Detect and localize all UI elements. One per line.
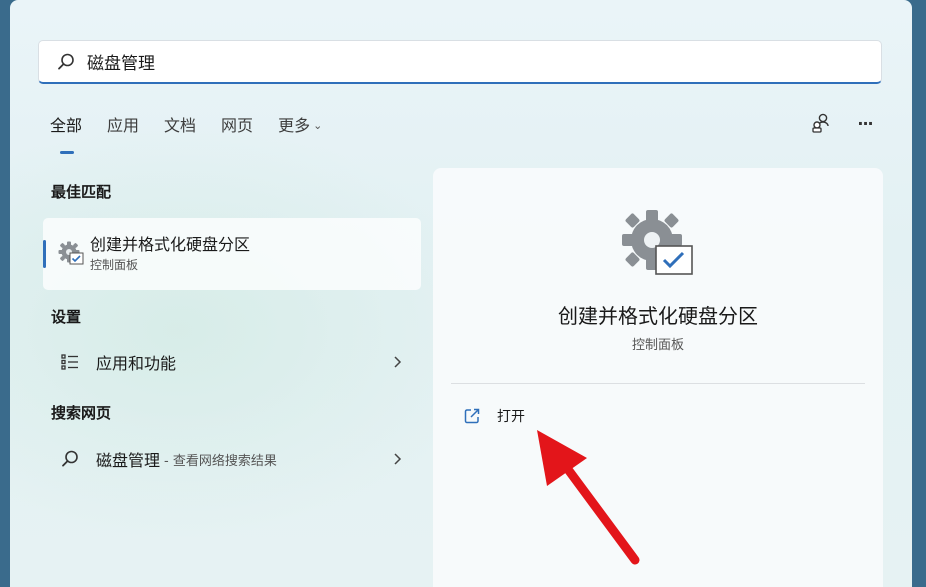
chevron-down-icon: ⌄ xyxy=(313,119,323,132)
tab-label: 更多 xyxy=(278,116,311,135)
settings-item-apps-features[interactable]: 应用和功能 xyxy=(43,340,421,384)
search-icon xyxy=(59,448,81,470)
section-heading-settings: 设置 xyxy=(51,308,82,326)
detail-subtitle: 控制面板 xyxy=(631,338,684,353)
best-match-title: 创建并格式化硬盘分区 xyxy=(90,235,251,254)
active-tab-indicator xyxy=(60,151,74,154)
settings-gear-check-icon xyxy=(57,240,85,268)
selection-indicator xyxy=(43,240,46,268)
divider xyxy=(451,383,865,384)
chevron-right-icon xyxy=(391,353,405,371)
filter-tabs: 全部 应用 文档 网页 更多 ⌄ xyxy=(50,112,347,154)
toolbar-icons: ··· xyxy=(810,112,876,134)
settings-gear-check-icon xyxy=(620,206,700,286)
web-search-query: 磁盘管理 xyxy=(96,451,161,470)
web-search-item[interactable]: 磁盘管理 - 查看网络搜索结果 xyxy=(43,437,421,481)
search-input[interactable] xyxy=(87,51,847,72)
open-action[interactable]: 打开 xyxy=(463,406,525,426)
open-action-label: 打开 xyxy=(497,409,525,425)
start-search-panel: 全部 应用 文档 网页 更多⌄ ··· 最佳匹配 xyxy=(10,0,912,587)
web-search-suffix: - 查看网络搜索结果 xyxy=(164,453,277,469)
best-match-subtitle: 控制面板 xyxy=(90,258,139,272)
best-match-result[interactable]: 创建并格式化硬盘分区 控制面板 xyxy=(43,218,421,290)
tab-more[interactable]: 更多 ⌄ xyxy=(278,112,322,146)
more-options-icon[interactable]: ··· xyxy=(854,112,876,134)
tab-label: 应用 xyxy=(107,116,140,135)
search-icon xyxy=(55,51,77,73)
tab-documents[interactable]: 文档 xyxy=(164,112,196,146)
detail-pane: 创建并格式化硬盘分区 控制面板 打开 xyxy=(433,168,883,587)
section-heading-best-match: 最佳匹配 xyxy=(51,183,112,201)
settings-item-label: 应用和功能 xyxy=(96,354,177,373)
chevron-right-icon xyxy=(391,450,405,468)
tab-web[interactable]: 网页 xyxy=(221,112,253,146)
tab-apps[interactable]: 应用 xyxy=(107,112,139,146)
tab-label: 文档 xyxy=(164,116,197,135)
tab-label: 网页 xyxy=(221,116,254,135)
detail-title: 创建并格式化硬盘分区 xyxy=(558,304,758,328)
list-icon xyxy=(59,351,81,373)
account-switch-icon[interactable] xyxy=(810,112,832,134)
section-heading-web-search: 搜索网页 xyxy=(51,404,112,422)
tab-label: 全部 xyxy=(50,116,83,135)
annotation-arrow xyxy=(537,430,640,565)
tab-all[interactable]: 全部 xyxy=(50,112,83,154)
search-box[interactable] xyxy=(38,40,882,84)
open-external-icon xyxy=(463,407,481,425)
